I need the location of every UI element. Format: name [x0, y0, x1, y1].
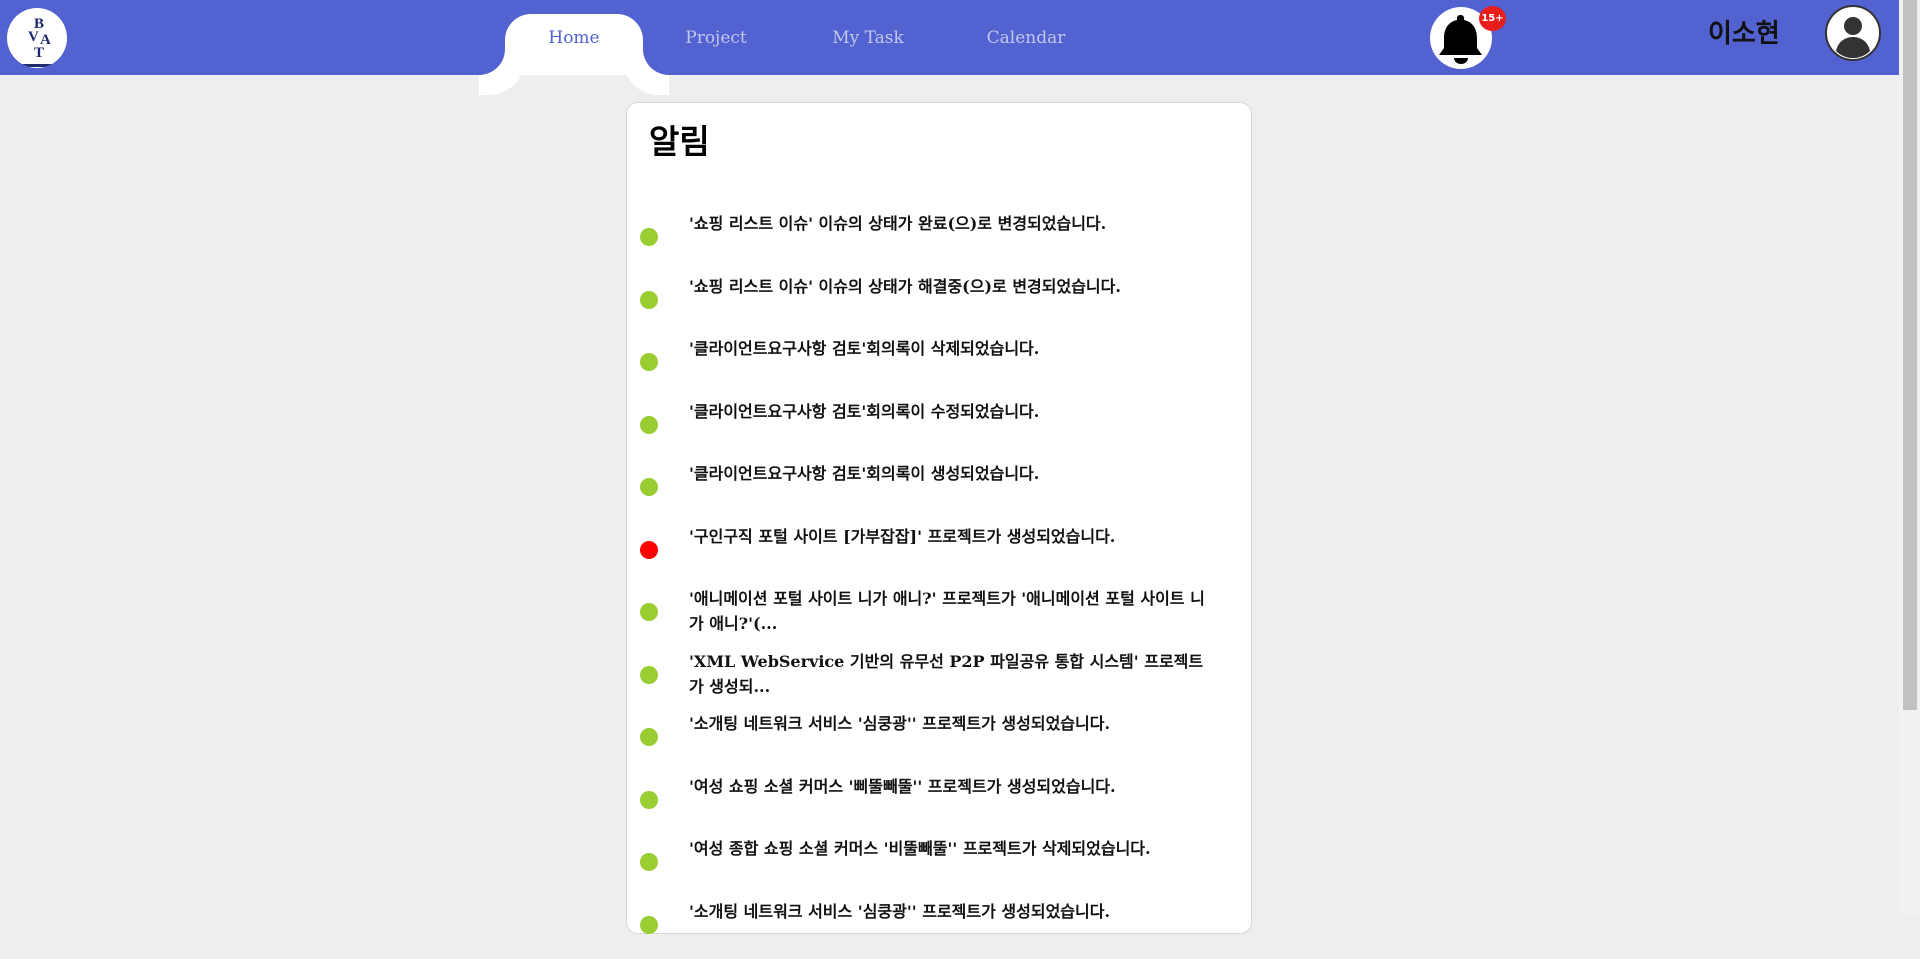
- notification-item[interactable]: '쇼핑 리스트 이슈' 이슈의 상태가 완료(으)로 변경되었습니다.: [627, 211, 1251, 271]
- notification-text: '여성 종합 쇼핑 소셜 커머스 '비뚤빼뚤'' 프로젝트가 삭제되었습니다.: [689, 839, 1151, 858]
- notification-item[interactable]: '클라이언트요구사항 검토'회의록이 삭제되었습니다.: [627, 336, 1251, 396]
- notification-item[interactable]: '클라이언트요구사항 검토'회의록이 생성되었습니다.: [627, 461, 1251, 521]
- notification-panel: 알림 '쇼핑 리스트 이슈' 이슈의 상태가 완료(으)로 변경되었습니다. '쇼…: [626, 102, 1252, 934]
- bell-icon: [1439, 15, 1482, 64]
- notification-item[interactable]: '여성 종합 쇼핑 소셜 커머스 '비뚤빼뚤'' 프로젝트가 삭제되었습니다.: [627, 836, 1251, 896]
- notification-count-badge: 15+: [1479, 6, 1506, 31]
- notification-text: '클라이언트요구사항 검토'회의록이 삭제되었습니다.: [689, 339, 1040, 358]
- notification-item[interactable]: '구인구직 포털 사이트 [가부잡잡]' 프로젝트가 생성되었습니다.: [627, 524, 1251, 584]
- status-dot: [640, 728, 658, 746]
- logo[interactable]: B V A T: [7, 8, 67, 68]
- avatar-silhouette: [1836, 17, 1870, 59]
- status-dot: [640, 853, 658, 871]
- tab-calendar[interactable]: Calendar: [978, 14, 1074, 75]
- notification-text: 'XML WebService 기반의 유무선 P2P 파일공유 통합 시스템'…: [689, 651, 1204, 696]
- notification-text: '쇼핑 리스트 이슈' 이슈의 상태가 완료(으)로 변경되었습니다.: [689, 214, 1107, 233]
- tab-project[interactable]: Project: [670, 14, 762, 75]
- notification-text: '클라이언트요구사항 검토'회의록이 생성되었습니다.: [689, 464, 1040, 483]
- scrollbar-thumb[interactable]: [1903, 0, 1917, 710]
- status-dot: [640, 665, 658, 684]
- notification-item[interactable]: '여성 쇼핑 소셜 커머스 '삐뚤빼뚤'' 프로젝트가 생성되었습니다.: [627, 774, 1251, 834]
- status-dot: [640, 603, 658, 621]
- notification-item[interactable]: '소개팅 네트워크 서비스 '심쿵광'' 프로젝트가 생성되었습니다.: [627, 711, 1251, 771]
- user-name: 이소현: [1708, 19, 1780, 49]
- status-dot: [640, 478, 658, 496]
- top-navigation-bar: B V A T Home Project My Task Calendar 15…: [0, 0, 1899, 75]
- notification-item[interactable]: '쇼핑 리스트 이슈' 이슈의 상태가 해결중(으)로 변경되었습니다.: [627, 274, 1251, 334]
- status-dot: [640, 228, 658, 246]
- user-avatar-icon[interactable]: [1825, 5, 1881, 61]
- notification-text: '여성 쇼핑 소셜 커머스 '삐뚤빼뚤'' 프로젝트가 생성되었습니다.: [689, 776, 1116, 796]
- notification-item[interactable]: 'XML WebService 기반의 유무선 P2P 파일공유 통합 시스템'…: [627, 649, 1251, 709]
- page-title: 알림: [649, 122, 710, 161]
- notification-text: '구인구직 포털 사이트 [가부잡잡]' 프로젝트가 생성되었습니다.: [689, 526, 1116, 546]
- notification-item[interactable]: '애니메이션 포털 사이트 니가 애니?' 프로젝트가 '애니메이션 포털 사이…: [627, 586, 1251, 646]
- tab-home[interactable]: Home: [505, 14, 643, 75]
- status-dot: [640, 290, 658, 309]
- notification-item[interactable]: '클라이언트요구사항 검토'회의록이 수정되었습니다.: [627, 399, 1251, 459]
- logo-ring: [9, 54, 65, 67]
- tab-my-task[interactable]: My Task: [818, 14, 918, 75]
- logo-letter: V: [28, 29, 39, 45]
- status-dot: [640, 415, 658, 434]
- status-dot: [640, 540, 658, 559]
- notification-text: '애니메이션 포털 사이트 니가 애니?' 프로젝트가 '애니메이션 포털 사이…: [689, 589, 1205, 633]
- status-dot: [640, 353, 658, 371]
- status-dot: [640, 915, 658, 934]
- notification-text: '쇼핑 리스트 이슈' 이슈의 상태가 해결중(으)로 변경되었습니다.: [689, 276, 1121, 296]
- notification-text: '클라이언트요구사항 검토'회의록이 수정되었습니다.: [689, 401, 1040, 421]
- status-dot: [640, 790, 658, 809]
- notification-text: '소개팅 네트워크 서비스 '심쿵광'' 프로젝트가 생성되었습니다.: [689, 714, 1111, 733]
- notification-text: '소개팅 네트워크 서비스 '심쿵광'' 프로젝트가 생성되었습니다.: [689, 901, 1111, 921]
- notification-item[interactable]: '소개팅 네트워크 서비스 '심쿵광'' 프로젝트가 생성되었습니다.: [627, 899, 1251, 959]
